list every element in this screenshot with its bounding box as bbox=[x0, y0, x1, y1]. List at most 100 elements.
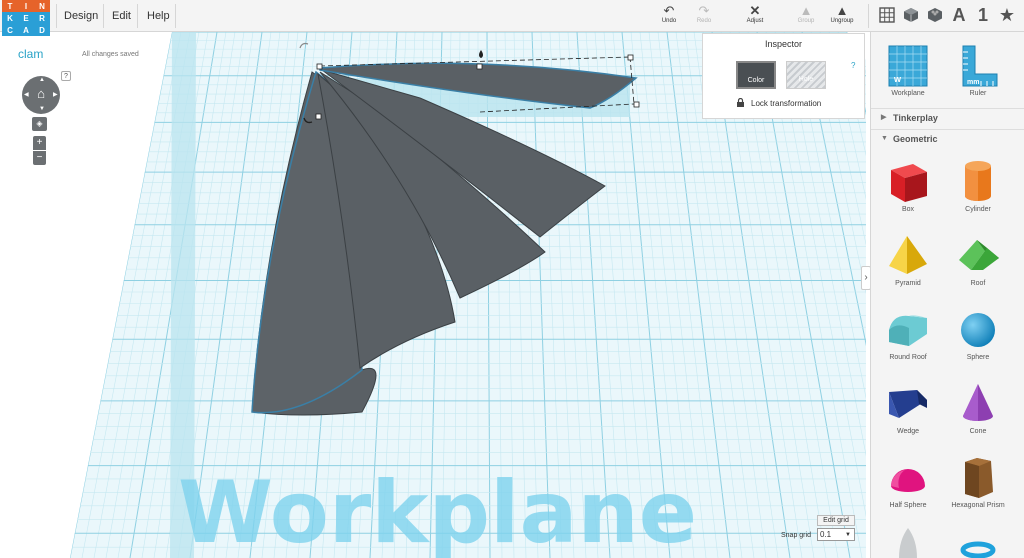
shape-pyramid-label: Pyramid bbox=[895, 280, 921, 287]
workplane-tool[interactable]: w Workplane bbox=[873, 42, 943, 97]
shape-pyramid[interactable]: Pyramid bbox=[873, 230, 943, 287]
logo-letter: C bbox=[2, 24, 18, 36]
menu-separator bbox=[175, 4, 176, 28]
zoom-out-button[interactable]: − bbox=[33, 151, 46, 165]
letter-a-icon[interactable]: A bbox=[948, 5, 970, 25]
shape-round-roof-label: Round Roof bbox=[889, 354, 927, 361]
round-roof-icon bbox=[889, 315, 927, 346]
project-name[interactable]: clam bbox=[18, 47, 43, 61]
orbit-up-arrow[interactable]: ▲ bbox=[39, 77, 45, 83]
group-icon: ▲ bbox=[799, 3, 813, 18]
ungroup-button[interactable]: ▲ Ungroup bbox=[824, 3, 860, 25]
wedge-icon bbox=[889, 390, 927, 418]
roof-icon bbox=[959, 240, 999, 270]
ungroup-label: Ungroup bbox=[830, 18, 854, 24]
shape-torus[interactable] bbox=[943, 526, 1013, 558]
edit-grid-button[interactable]: Edit grid bbox=[817, 515, 855, 526]
menu-separator bbox=[103, 4, 104, 28]
shape-wedge[interactable]: Wedge bbox=[873, 378, 943, 435]
workplane-icon: w bbox=[888, 45, 928, 87]
hexagonal-prism-icon bbox=[965, 458, 993, 498]
logo-letter: N bbox=[34, 0, 50, 12]
logo-letter: K bbox=[2, 12, 18, 24]
save-status: All changes saved bbox=[82, 51, 139, 58]
shape-cylinder-label: Cylinder bbox=[965, 206, 991, 213]
shapes-sidebar: w Workplane mm Ruler ▶ Tinkerplay ▼ Geom… bbox=[870, 32, 1024, 558]
svg-text:w: w bbox=[893, 74, 902, 84]
chevron-down-icon: ▼ bbox=[881, 135, 888, 142]
number-1-icon[interactable]: 1 bbox=[972, 5, 994, 25]
shape-sphere-label: Sphere bbox=[966, 354, 990, 361]
group-button[interactable]: ▲ Group bbox=[788, 3, 824, 25]
hole-button[interactable]: Hole bbox=[786, 61, 826, 89]
shape-cone[interactable]: Cone bbox=[943, 378, 1013, 435]
inspector-help-link[interactable]: ? bbox=[851, 61, 855, 70]
menu-edit[interactable]: Edit bbox=[112, 10, 131, 22]
shape-cylinder[interactable]: Cylinder bbox=[943, 156, 1013, 213]
shape-half-sphere-label: Half Sphere bbox=[889, 502, 927, 509]
snap-grid-select[interactable]: 0.1 ▼ bbox=[817, 528, 855, 541]
view-help-button[interactable]: ? bbox=[61, 71, 71, 81]
brick-view-button[interactable] bbox=[924, 5, 946, 25]
shape-paraboloid[interactable] bbox=[873, 526, 943, 558]
shape-wedge-label: Wedge bbox=[896, 428, 920, 435]
zoom-in-button[interactable]: + bbox=[33, 136, 46, 150]
logo-letter: I bbox=[18, 0, 34, 12]
shape-roof[interactable]: Roof bbox=[943, 230, 1013, 287]
shape-round-roof[interactable]: Round Roof bbox=[873, 304, 943, 361]
section-tinkerplay-label: Tinkerplay bbox=[893, 113, 938, 123]
tinkercad-logo[interactable]: TIN KER CAD bbox=[2, 0, 52, 36]
chevron-right-icon: ▶ bbox=[881, 114, 887, 121]
lock-transformation-label[interactable]: Lock transformation bbox=[751, 99, 821, 108]
menu-help[interactable]: Help bbox=[147, 10, 170, 22]
box-icon bbox=[891, 164, 927, 202]
color-button[interactable]: Color bbox=[736, 61, 776, 89]
group-label: Group bbox=[797, 18, 815, 24]
ungroup-icon: ▲ bbox=[835, 3, 849, 18]
cylinder-icon bbox=[965, 161, 991, 201]
inspector-panel: Inspector Color Hole ? Lock transformati… bbox=[702, 33, 865, 119]
chevron-right-icon: › bbox=[864, 272, 868, 283]
section-tinkerplay[interactable]: ▶ Tinkerplay bbox=[871, 108, 1024, 126]
shape-sphere[interactable]: Sphere bbox=[943, 304, 1013, 361]
shape-cone-label: Cone bbox=[969, 428, 987, 435]
half-sphere-icon bbox=[891, 469, 925, 492]
redo-button[interactable]: ↷ Redo bbox=[686, 4, 722, 25]
fit-view-button[interactable]: ◈ bbox=[32, 117, 47, 131]
adjust-button[interactable]: ✕ Adjust bbox=[737, 3, 773, 25]
shape-box[interactable]: Box bbox=[873, 156, 943, 213]
logo-letter: A bbox=[18, 24, 34, 36]
shape-half-sphere[interactable]: Half Sphere bbox=[873, 452, 943, 509]
cube-icon bbox=[904, 8, 918, 22]
pyramid-icon bbox=[889, 236, 927, 274]
menu-design[interactable]: Design bbox=[64, 10, 98, 22]
logo-letter: R bbox=[34, 12, 50, 24]
sphere-icon bbox=[961, 313, 995, 347]
undo-button[interactable]: ↶ Undo bbox=[651, 4, 687, 25]
cube-view-button[interactable] bbox=[900, 5, 922, 25]
section-geometric-label: Geometric bbox=[893, 134, 938, 144]
star-icon[interactable]: ★ bbox=[996, 5, 1018, 25]
orbit-right-arrow[interactable]: ▶ bbox=[53, 91, 58, 98]
shape-box-label: Box bbox=[901, 206, 915, 213]
shape-hexagonal-prism[interactable]: Hexagonal Prism bbox=[943, 452, 1013, 509]
section-geometric[interactable]: ▼ Geometric bbox=[871, 129, 1024, 147]
workplane-watermark: Workplane bbox=[178, 463, 697, 558]
grid-view-button[interactable] bbox=[876, 5, 898, 25]
ruler-tool-label: Ruler bbox=[969, 90, 987, 97]
toolbar-separator bbox=[868, 4, 869, 28]
shape-hexagonal-prism-label: Hexagonal Prism bbox=[951, 502, 1005, 509]
workplane-tool-label: Workplane bbox=[891, 90, 925, 97]
logo-letter: E bbox=[18, 12, 34, 24]
menu-separator bbox=[137, 4, 138, 28]
view-navigator[interactable]: ▲ ▼ ◀ ▶ ⌂ bbox=[22, 76, 60, 114]
orbit-down-arrow[interactable]: ▼ bbox=[39, 106, 45, 112]
undo-label: Undo bbox=[661, 18, 677, 24]
paraboloid-icon bbox=[899, 528, 917, 558]
orbit-left-arrow[interactable]: ◀ bbox=[24, 91, 29, 98]
logo-letter: T bbox=[2, 0, 18, 12]
lock-icon[interactable] bbox=[736, 98, 745, 107]
home-icon[interactable]: ⌂ bbox=[33, 86, 49, 102]
adjust-icon: ✕ bbox=[749, 3, 761, 18]
ruler-tool[interactable]: mm Ruler bbox=[943, 42, 1013, 97]
